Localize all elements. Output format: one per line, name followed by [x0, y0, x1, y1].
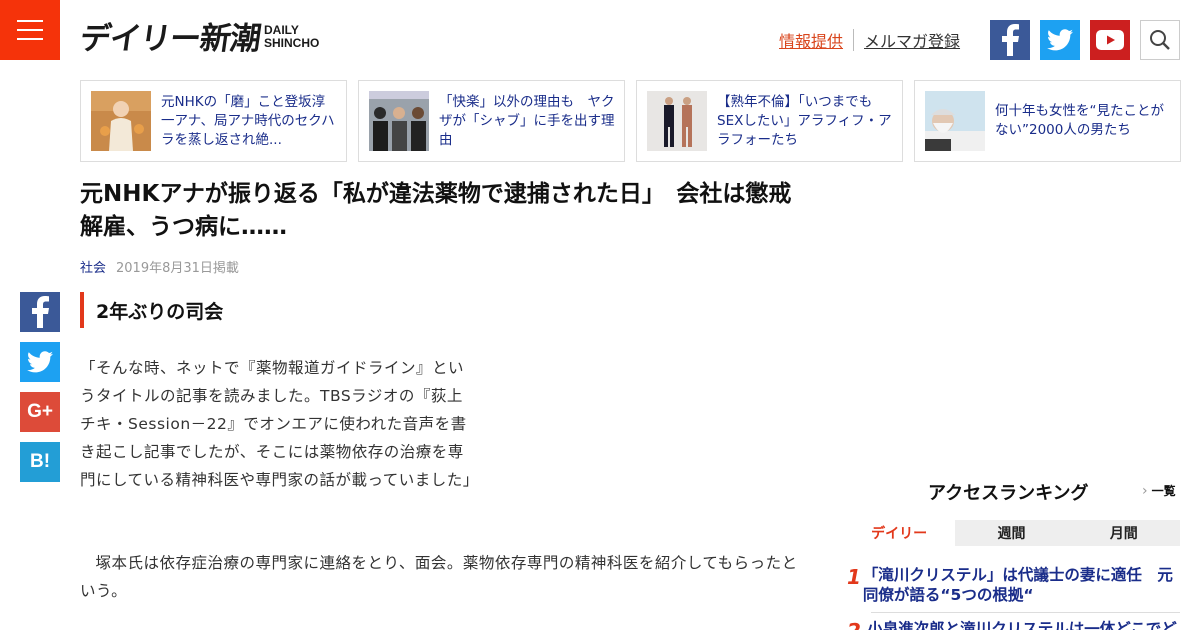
pickup-articles: 元NHKの「磨」こと登坂淳一アナ、局アナ時代のセクハラを蒸し返され絶... 「快…: [80, 80, 1181, 162]
pickup-thumbnail: [369, 91, 429, 151]
pickup-title: 元NHKの「磨」こと登坂淳一アナ、局アナ時代のセクハラを蒸し返され絶...: [161, 93, 335, 148]
rank-number: 2: [843, 619, 867, 630]
site-logo[interactable]: デイリー新潮 DAILY SHINCHO: [77, 18, 319, 60]
logo-english-line2: SHINCHO: [264, 36, 320, 50]
hatena-icon: B!: [29, 451, 51, 472]
search-button[interactable]: [1140, 20, 1180, 60]
pickup-thumbnail: [925, 91, 985, 151]
rank-number: 1: [847, 565, 861, 589]
ranking-item-title: 「滝川クリステル」は代議士の妻に適任 元同僚が語る“5つの根拠“: [862, 566, 1173, 604]
ranking-item[interactable]: 2 小泉進次郎と滝川クリステルは一体どこでどうやって: [843, 619, 1180, 630]
article-paragraph: 「そんな時、ネットで『薬物報道ガイドライン』というタイトルの記事を読みました。T…: [80, 359, 479, 489]
twitter-icon: [27, 351, 53, 373]
share-gplus-button[interactable]: G+: [20, 392, 60, 432]
pickup-thumbnail: [91, 91, 151, 151]
share-buttons: G+ B!: [20, 292, 60, 482]
twitter-button[interactable]: [1040, 20, 1080, 60]
menu-line: [17, 29, 43, 31]
share-twitter-button[interactable]: [20, 342, 60, 382]
twitter-icon: [1047, 29, 1073, 51]
ranking-all-link[interactable]: › 一覧: [1142, 482, 1176, 499]
menu-button[interactable]: [0, 0, 60, 60]
pickup-card[interactable]: 何十年も女性を“見たことがない”2000人の男たち: [914, 80, 1181, 162]
share-hatena-button[interactable]: B!: [20, 442, 60, 482]
pickup-card[interactable]: 【熟年不倫】「いつまでもSEXしたい」アラフィフ・アラフォーたち: [636, 80, 903, 162]
youtube-button[interactable]: [1090, 20, 1130, 60]
youtube-icon: [1096, 30, 1124, 50]
pickup-title: 【熟年不倫】「いつまでもSEXしたい」アラフィフ・アラフォーたち: [717, 93, 892, 148]
pickup-card[interactable]: 「快楽」以外の理由も ヤクザが「シャブ」に手を出す理由: [358, 80, 625, 162]
ranking-tabs: デイリー 週間 月間: [843, 520, 1180, 546]
pickup-card[interactable]: 元NHKの「磨」こと登坂淳一アナ、局アナ時代のセクハラを蒸し返され絶...: [80, 80, 347, 162]
category-link[interactable]: 社会: [80, 257, 106, 276]
tab-monthly[interactable]: 月間: [1067, 520, 1180, 546]
menu-line: [17, 38, 43, 40]
header-social: [990, 20, 1180, 60]
divider: [871, 612, 1180, 613]
tab-weekly[interactable]: 週間: [955, 520, 1068, 546]
divider: [853, 29, 855, 51]
pickup-title: 「快楽」以外の理由も ヤクザが「シャブ」に手を出す理由: [439, 93, 615, 148]
gplus-icon: G+: [27, 401, 53, 422]
info-provide-link[interactable]: 情報提供: [779, 28, 843, 52]
ranking-title: アクセスランキング: [928, 483, 1089, 504]
facebook-icon: [32, 296, 49, 328]
article-title: 元NHKアナが振り返る「私が違法薬物で逮捕された日」 会社は懲戒解雇、うつ病に……: [80, 181, 792, 240]
logo-english: DAILY SHINCHO: [264, 24, 319, 50]
logo-japanese: デイリー新潮: [77, 21, 263, 57]
article-paragraph: 塚本氏は依存症治療の専門家に連絡をとり、面会。薬物依存専門の精神科医を紹介しても…: [80, 554, 798, 600]
article-meta: 社会 2019年8月31日掲載: [80, 257, 239, 276]
section-heading: 2年ぶりの司会: [80, 292, 223, 328]
ranking-item-title: 小泉進次郎と滝川クリステルは一体どこでどうやって: [867, 620, 1177, 630]
header-links: 情報提供 メルマガ登録: [779, 28, 960, 52]
ranking-all-label: 一覧: [1151, 484, 1176, 498]
newsletter-link[interactable]: メルマガ登録: [864, 28, 960, 52]
menu-line: [17, 20, 43, 22]
share-facebook-button[interactable]: [20, 292, 60, 332]
tab-daily[interactable]: デイリー: [843, 520, 956, 546]
chevron-right-icon: ›: [1142, 482, 1148, 499]
pickup-title: 何十年も女性を“見たことがない”2000人の男たち: [995, 103, 1164, 138]
facebook-icon: [1002, 24, 1019, 56]
search-icon: [1150, 30, 1170, 50]
ranking-item[interactable]: 1 「滝川クリステル」は代議士の妻に適任 元同僚が語る“5つの根拠“: [843, 565, 1180, 605]
facebook-button[interactable]: [990, 20, 1030, 60]
pickup-thumbnail: [647, 91, 707, 151]
publish-date: 2019年8月31日掲載: [116, 261, 239, 276]
